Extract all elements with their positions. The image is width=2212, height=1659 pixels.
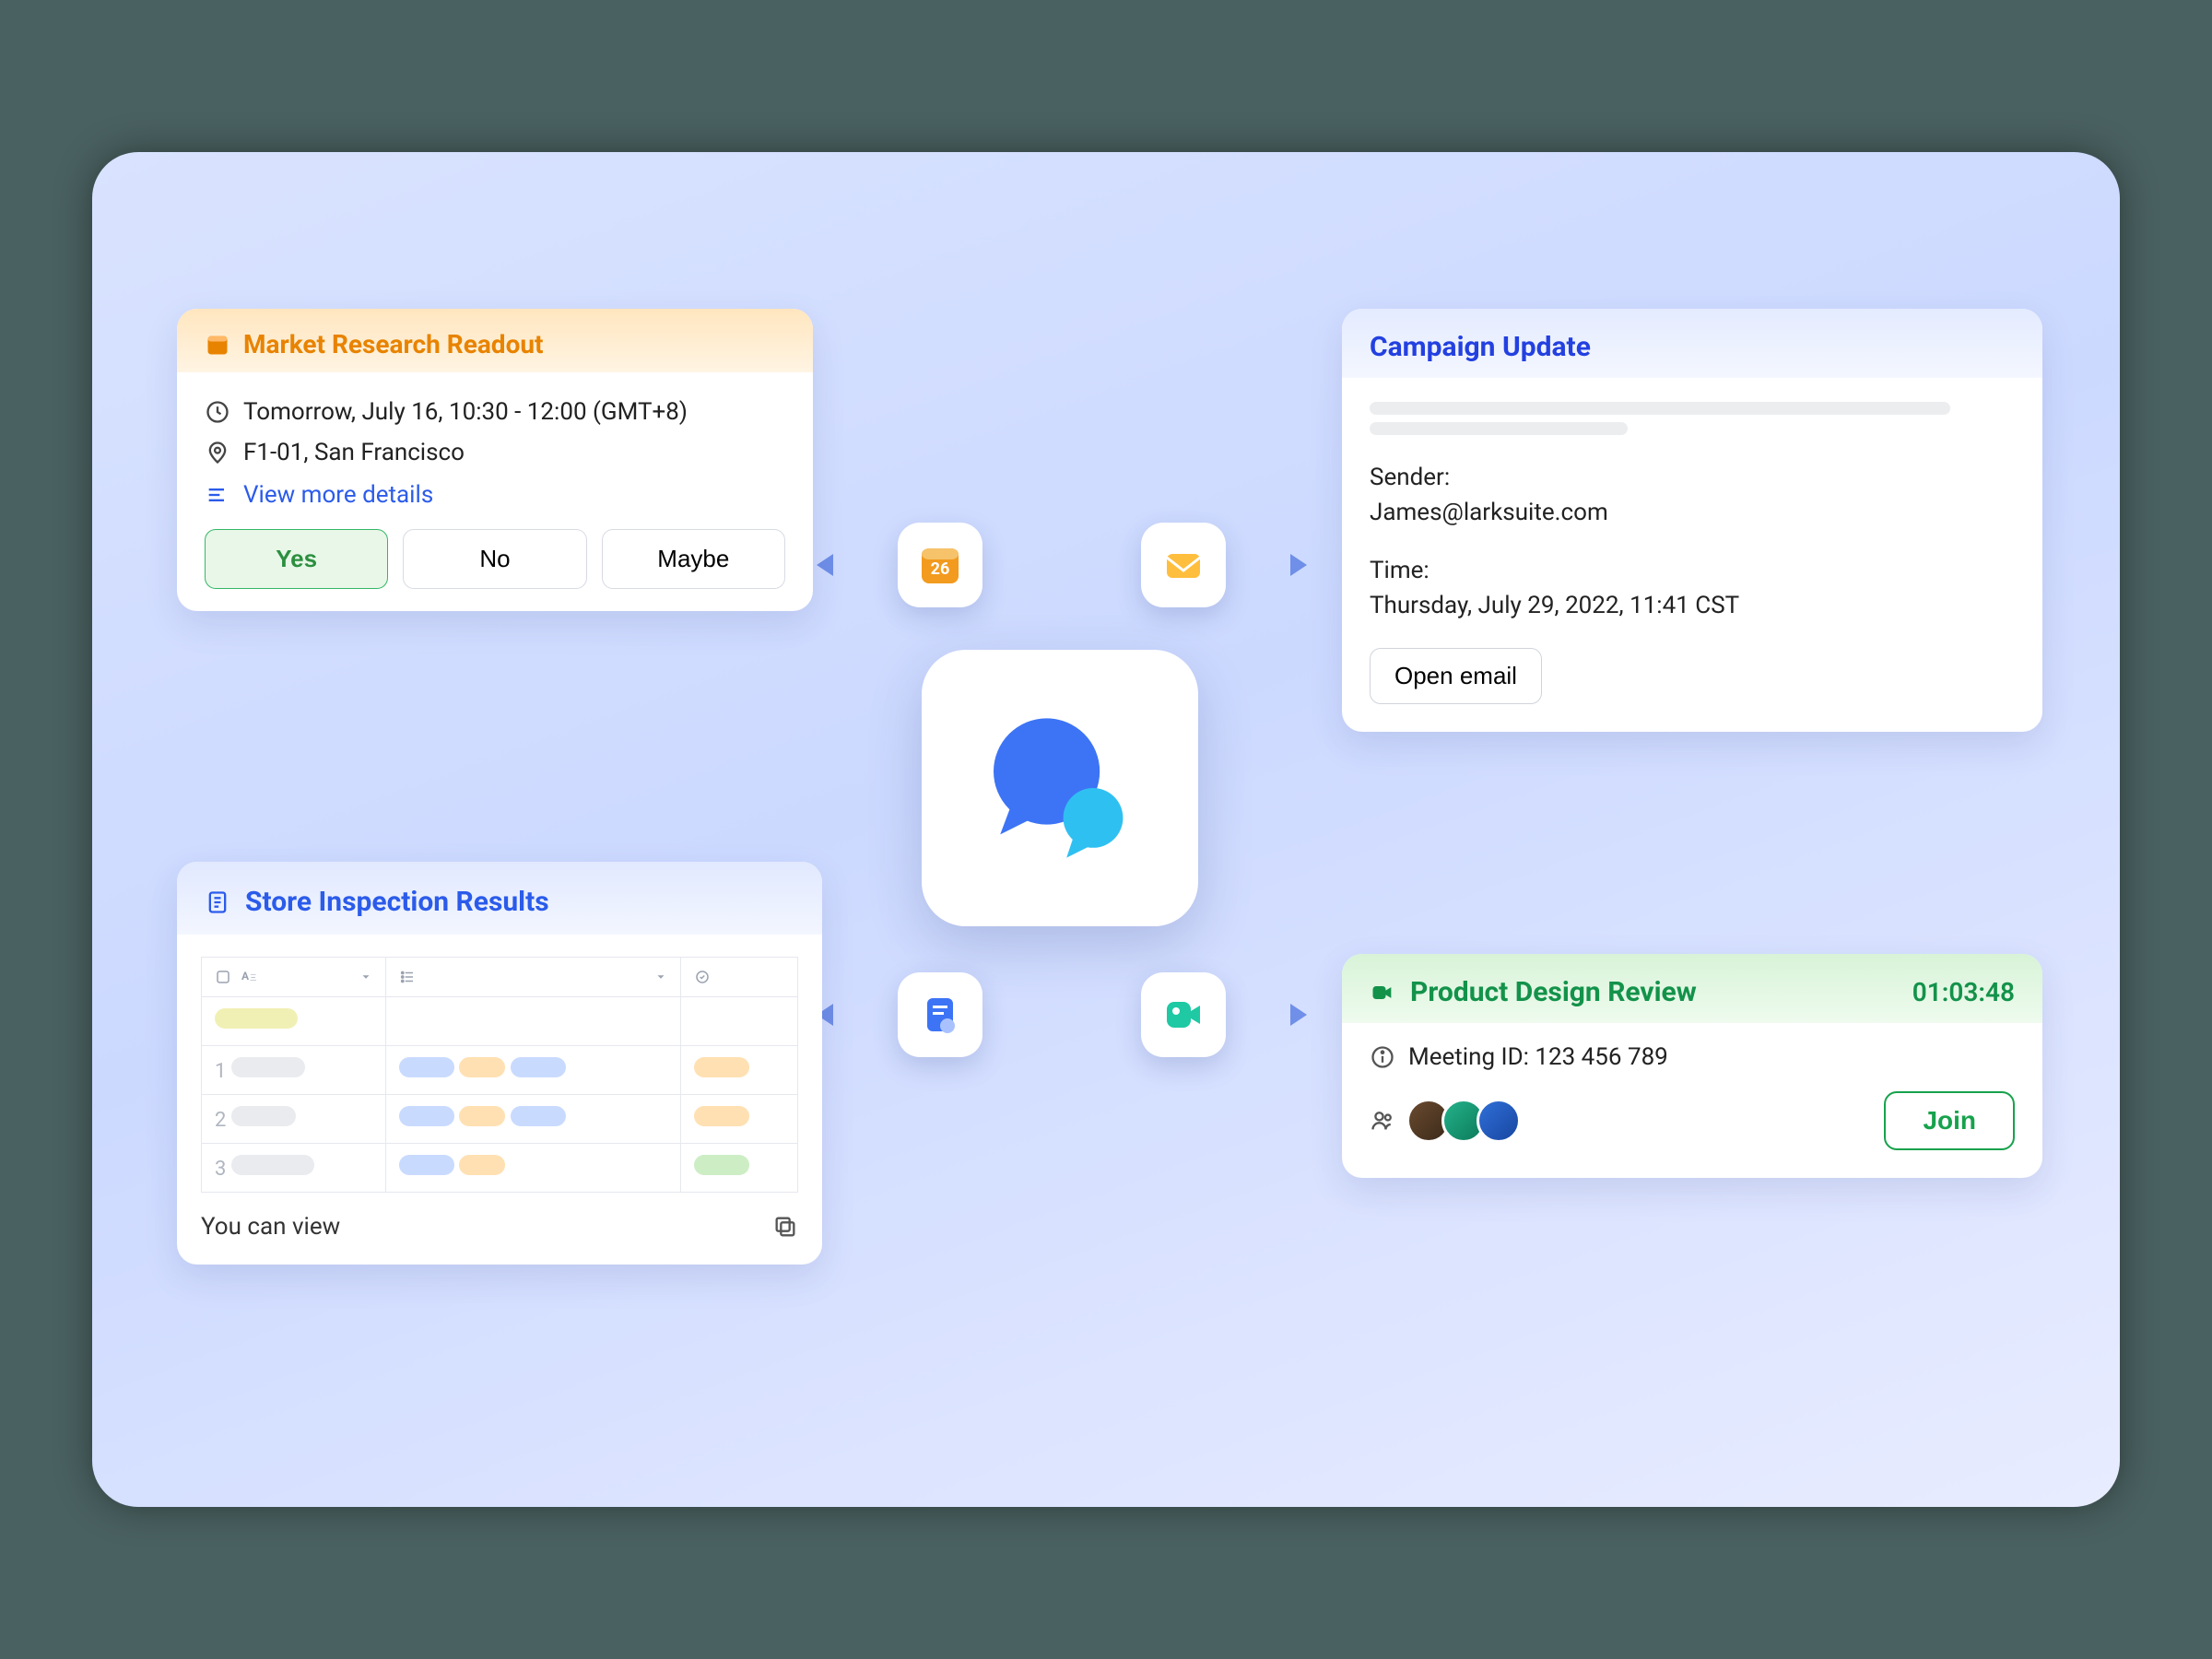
placeholder-line xyxy=(1370,422,1628,435)
canvas: 26 Market Research Reado xyxy=(92,152,2120,1507)
document-title: Store Inspection Results xyxy=(245,886,549,918)
clock-icon xyxy=(205,399,230,425)
meeting-timer: 01:03:48 xyxy=(1912,977,2015,1007)
rsvp-maybe-button[interactable]: Maybe xyxy=(602,529,785,589)
results-table: A三 xyxy=(201,957,798,1193)
svg-text:三: 三 xyxy=(250,973,257,982)
placeholder-line xyxy=(1370,402,1950,415)
messenger-hub-icon xyxy=(922,650,1198,926)
copy-icon[interactable] xyxy=(772,1214,798,1240)
attendees-icon xyxy=(1370,1108,1395,1134)
event-time: Tomorrow, July 16, 10:30 - 12:00 (GMT+8) xyxy=(243,398,688,426)
text-type-icon: A三 xyxy=(241,969,259,985)
time-label: Time: xyxy=(1370,554,2015,589)
arrow-right-icon xyxy=(1290,554,1307,576)
video-camera-icon xyxy=(1370,980,1395,1006)
mail-app-icon xyxy=(1141,523,1226,607)
document-card: Store Inspection Results A三 xyxy=(177,862,822,1265)
email-title: Campaign Update xyxy=(1342,309,2042,378)
checkbox-icon[interactable] xyxy=(215,969,231,985)
chevron-down-icon[interactable] xyxy=(359,971,372,983)
sender-label: Sender: xyxy=(1370,461,2015,496)
permission-text: You can view xyxy=(201,1213,340,1241)
meeting-id: Meeting ID: 123 456 789 xyxy=(1408,1043,1668,1071)
rsvp-yes-button[interactable]: Yes xyxy=(205,529,388,589)
docs-app-icon xyxy=(898,972,982,1057)
meeting-title: Product Design Review xyxy=(1410,976,1697,1008)
table-row: 2 xyxy=(202,1095,798,1144)
attendee-avatars xyxy=(1406,1099,1521,1143)
email-card: Campaign Update Sender: James@larksuite.… xyxy=(1342,309,2042,732)
svg-text:26: 26 xyxy=(931,559,950,579)
table-row xyxy=(202,997,798,1046)
document-icon xyxy=(205,889,230,915)
info-icon xyxy=(1370,1044,1395,1070)
details-icon xyxy=(205,482,230,508)
arrow-right-icon xyxy=(1290,1004,1307,1026)
calendar-event-card: Market Research Readout Tomorrow, July 1… xyxy=(177,309,813,611)
time-value: Thursday, July 29, 2022, 11:41 CST xyxy=(1370,589,2015,624)
video-app-icon xyxy=(1141,972,1226,1057)
sender-value: James@larksuite.com xyxy=(1370,496,2015,531)
join-meeting-button[interactable]: Join xyxy=(1884,1091,2015,1150)
open-email-button[interactable]: Open email xyxy=(1370,648,1542,704)
list-icon xyxy=(399,969,416,985)
location-pin-icon xyxy=(205,440,230,465)
event-location: F1-01, San Francisco xyxy=(243,439,465,466)
avatar xyxy=(1477,1099,1521,1143)
meeting-card: Product Design Review 01:03:48 Meeting I… xyxy=(1342,954,2042,1178)
calendar-app-icon: 26 xyxy=(898,523,982,607)
event-title: Market Research Readout xyxy=(243,329,544,359)
arrow-left-icon xyxy=(817,554,833,576)
select-icon xyxy=(694,969,711,985)
table-row: 1 xyxy=(202,1046,798,1095)
chevron-down-icon[interactable] xyxy=(654,971,667,983)
table-row: 3 xyxy=(202,1144,798,1193)
view-more-details-link[interactable]: View more details xyxy=(205,481,785,509)
calendar-mini-icon xyxy=(205,332,230,358)
connector-lines xyxy=(92,152,369,290)
svg-text:A: A xyxy=(241,970,250,982)
rsvp-no-button[interactable]: No xyxy=(403,529,586,589)
